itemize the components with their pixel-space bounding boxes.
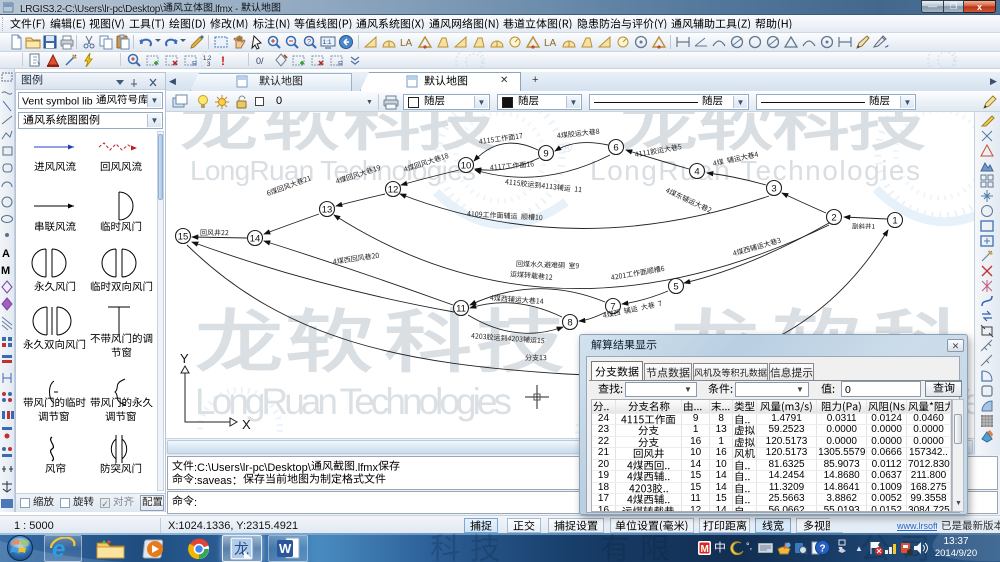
svg-text:M: M: [1, 265, 10, 277]
svg-text:6: 6: [613, 143, 618, 154]
svg-text:M: M: [701, 544, 709, 555]
svg-text:13: 13: [322, 205, 333, 216]
svg-text:Y: Y: [180, 351, 189, 366]
svg-text:3: 3: [771, 184, 776, 195]
svg-text:15: 15: [178, 232, 189, 243]
svg-text:A: A: [2, 248, 10, 260]
svg-text:LongRuan Technologies: LongRuan Technologies: [195, 381, 512, 422]
svg-text:W: W: [279, 541, 292, 556]
svg-text:12: 12: [388, 185, 399, 196]
svg-text:11: 11: [456, 304, 466, 315]
svg-text:5: 5: [673, 282, 678, 293]
svg-text:2: 2: [831, 213, 836, 224]
svg-text:8: 8: [567, 318, 572, 329]
svg-text:9: 9: [543, 149, 548, 160]
svg-text:1: 1: [892, 216, 897, 227]
svg-text:10: 10: [461, 161, 472, 172]
svg-text:?: ?: [820, 544, 826, 555]
svg-text:X: X: [242, 417, 251, 432]
svg-text:14: 14: [250, 234, 261, 245]
svg-text:4: 4: [694, 167, 699, 178]
